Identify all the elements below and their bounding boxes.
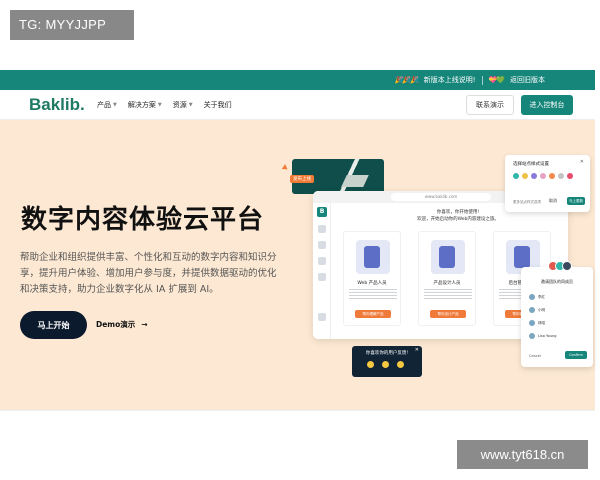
face-icon[interactable] xyxy=(397,361,404,368)
invite-title: 邀请团队的同成员 xyxy=(541,279,573,284)
color-swatch[interactable] xyxy=(513,173,519,179)
contact-demo-button[interactable]: 联系演示 xyxy=(466,95,514,115)
role-illustration xyxy=(431,240,465,274)
cursor-icon xyxy=(281,164,290,172)
logo-text: Baklib xyxy=(29,95,81,114)
demo-link[interactable]: Demo演示 → xyxy=(96,319,148,330)
role-card-text xyxy=(349,289,397,301)
sidebar-icon xyxy=(318,257,326,265)
color-swatch[interactable] xyxy=(558,173,564,179)
nav-item-resources[interactable]: 资源 ▼ xyxy=(173,100,193,110)
start-now-button[interactable]: 马上开始 xyxy=(20,311,87,339)
feedback-popup: 你喜欢你的用户反馈! ✕ xyxy=(352,346,422,377)
nav-item-label: 解决方案 xyxy=(127,101,156,109)
avatar xyxy=(529,320,535,326)
chevron-down-icon: ▼ xyxy=(188,102,193,108)
color-swatch[interactable] xyxy=(567,173,573,179)
navbar: Baklib. 产品 ▼ 解决方案 ▼ 资源 ▼ 关于我们 联系演示 进入控制台 xyxy=(0,90,595,120)
member-row[interactable]: 小明 xyxy=(529,306,587,314)
color-swatch[interactable] xyxy=(549,173,555,179)
mockup-sidebar: B xyxy=(313,203,331,339)
role-card: 产品设计人员 帮你设计产品 xyxy=(418,231,476,326)
confirm-button[interactable]: Confirm xyxy=(565,351,587,359)
role-card-title: 产品设计人员 xyxy=(433,281,461,286)
color-swatch[interactable] xyxy=(540,173,546,179)
sidebar-icon xyxy=(318,273,326,281)
arrow-right-icon: → xyxy=(141,320,148,329)
hero-section: 数字内容体验云平台 帮助企业和组织提供丰富、个性化和互动的数字内容和知识分享，提… xyxy=(0,120,595,410)
close-icon[interactable]: ✕ xyxy=(415,347,419,353)
avatar xyxy=(529,333,535,339)
member-row[interactable]: Lisa Young xyxy=(529,332,587,340)
role-card-button[interactable]: 帮你理解产品 xyxy=(355,310,391,318)
greeting-line: 欢迎，开始启动你的Web内容建设之旅。 xyxy=(417,217,499,222)
panel-title: 选择站点样式设置 xyxy=(513,162,549,167)
divider xyxy=(0,410,595,411)
face-icon[interactable] xyxy=(367,361,374,368)
logo[interactable]: Baklib. xyxy=(29,95,85,115)
browser-url: www.baklib.com xyxy=(391,193,491,201)
color-swatch[interactable] xyxy=(522,173,528,179)
heart-icon: 💝💚 xyxy=(488,76,505,84)
chevron-down-icon: ▼ xyxy=(113,102,117,108)
divider xyxy=(481,75,483,85)
enter-console-button[interactable]: 进入控制台 xyxy=(521,95,573,115)
rating-faces xyxy=(367,361,404,368)
avatar xyxy=(529,307,535,313)
nav-item-solutions[interactable]: 解决方案 ▼ xyxy=(128,100,162,110)
sidebar-icon xyxy=(318,225,326,233)
announcement-bar: 🎉🎉🎉 新版本上线说明! 💝💚 返回旧版本 xyxy=(0,70,595,90)
logo-dot: . xyxy=(80,95,85,114)
close-icon[interactable]: ✕ xyxy=(580,159,584,165)
nav-item-label: 资源 xyxy=(172,101,187,109)
avatar xyxy=(529,294,535,300)
member-row[interactable]: 李红 xyxy=(529,293,587,301)
party-icon: 🎉🎉🎉 xyxy=(394,76,419,84)
color-swatch[interactable] xyxy=(531,173,537,179)
invite-panel: 邀请团队的同成员 李红 小明 林昭 Lisa Young Cancel Conf… xyxy=(521,261,593,367)
avatar-group xyxy=(548,261,572,271)
nav-item-about[interactable]: 关于我们 xyxy=(204,100,232,110)
cancel-button[interactable]: 取消 xyxy=(549,198,557,204)
face-icon[interactable] xyxy=(382,361,389,368)
new-version-link[interactable]: 新版本上线说明! xyxy=(424,75,476,85)
watermark-bottom-right: www.tyt618.cn xyxy=(457,440,588,469)
hero-description: 帮助企业和组织提供丰富、个性化和互动的数字内容和知识分享，提升用户体验、增加用户… xyxy=(20,252,277,295)
nav-item-label: 关于我们 xyxy=(203,101,232,109)
panel-label: 更多站点样式选项 xyxy=(513,200,541,204)
nav-item-label: 产品 xyxy=(97,101,111,109)
role-illustration xyxy=(356,240,390,274)
hero-title: 数字内容体验云平台 xyxy=(21,205,265,235)
watermark-top-left: TG: MYYJJPP xyxy=(10,10,134,40)
member-name: 李红 xyxy=(538,294,545,299)
role-card-title: Web 产品人员 xyxy=(357,281,387,286)
mockup-logo: B xyxy=(317,207,327,217)
member-name: 小明 xyxy=(538,307,545,312)
style-settings-panel: 选择站点样式设置 ✕ 更多站点样式选项 取消 马上更新 xyxy=(505,155,590,212)
member-name: Lisa Young xyxy=(538,334,557,338)
sidebar-icon xyxy=(318,241,326,249)
cancel-button[interactable]: Cancel xyxy=(529,354,541,358)
role-card: Web 产品人员 帮你理解产品 xyxy=(343,231,401,326)
back-old-version-link[interactable]: 返回旧版本 xyxy=(510,75,545,85)
publish-tag: 发布上线 xyxy=(290,175,314,183)
nav-item-product[interactable]: 产品 ▼ xyxy=(97,100,117,110)
role-card-button[interactable]: 帮你设计产品 xyxy=(430,310,466,318)
feedback-title: 你喜欢你的用户反馈! xyxy=(365,351,409,356)
color-swatches xyxy=(513,173,573,179)
avatar xyxy=(562,261,572,271)
nav-menu: 产品 ▼ 解决方案 ▼ 资源 ▼ 关于我们 xyxy=(97,100,232,110)
page: TG: MYYJJPP www.tyt618.cn 🎉🎉🎉 新版本上线说明! 💝… xyxy=(0,0,600,480)
member-name: 林昭 xyxy=(538,320,545,325)
member-row[interactable]: 林昭 xyxy=(529,319,587,327)
sidebar-icon xyxy=(318,313,326,321)
chevron-down-icon: ▼ xyxy=(157,102,162,108)
role-card-text xyxy=(424,289,472,301)
demo-link-label: Demo演示 xyxy=(96,320,136,329)
save-button[interactable]: 马上更新 xyxy=(567,197,585,205)
